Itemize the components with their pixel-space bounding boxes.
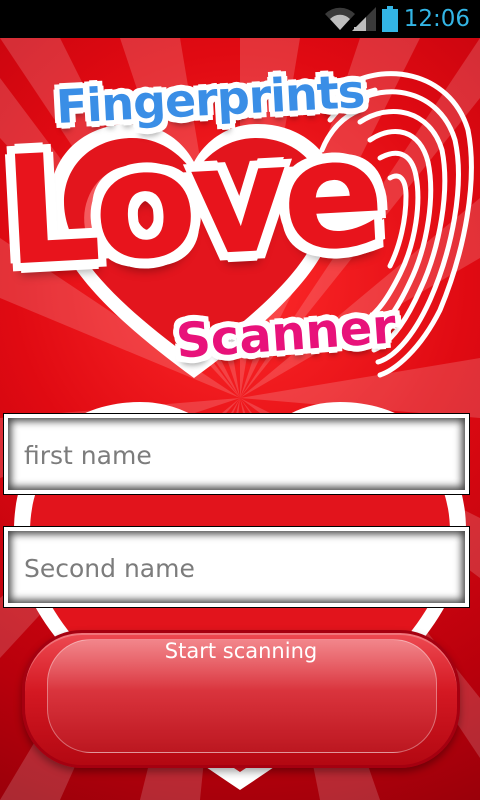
app-logo: Fingerprints Love Scanner bbox=[0, 38, 480, 418]
first-name-field[interactable] bbox=[3, 413, 470, 495]
signal-icon bbox=[352, 7, 376, 31]
battery-icon bbox=[382, 6, 398, 32]
second-name-field[interactable] bbox=[3, 526, 470, 608]
first-name-input[interactable] bbox=[22, 418, 456, 492]
second-name-input[interactable] bbox=[22, 531, 456, 605]
logo-title-love: Love bbox=[0, 106, 383, 300]
status-bar: 12:06 bbox=[0, 0, 480, 38]
start-scanning-button[interactable]: Start scanning bbox=[22, 630, 460, 768]
status-time: 12:06 bbox=[403, 6, 470, 32]
start-scanning-label: Start scanning bbox=[164, 639, 318, 663]
app-screen: 12:06 Fingerprints Love Scanner first na… bbox=[0, 0, 480, 800]
